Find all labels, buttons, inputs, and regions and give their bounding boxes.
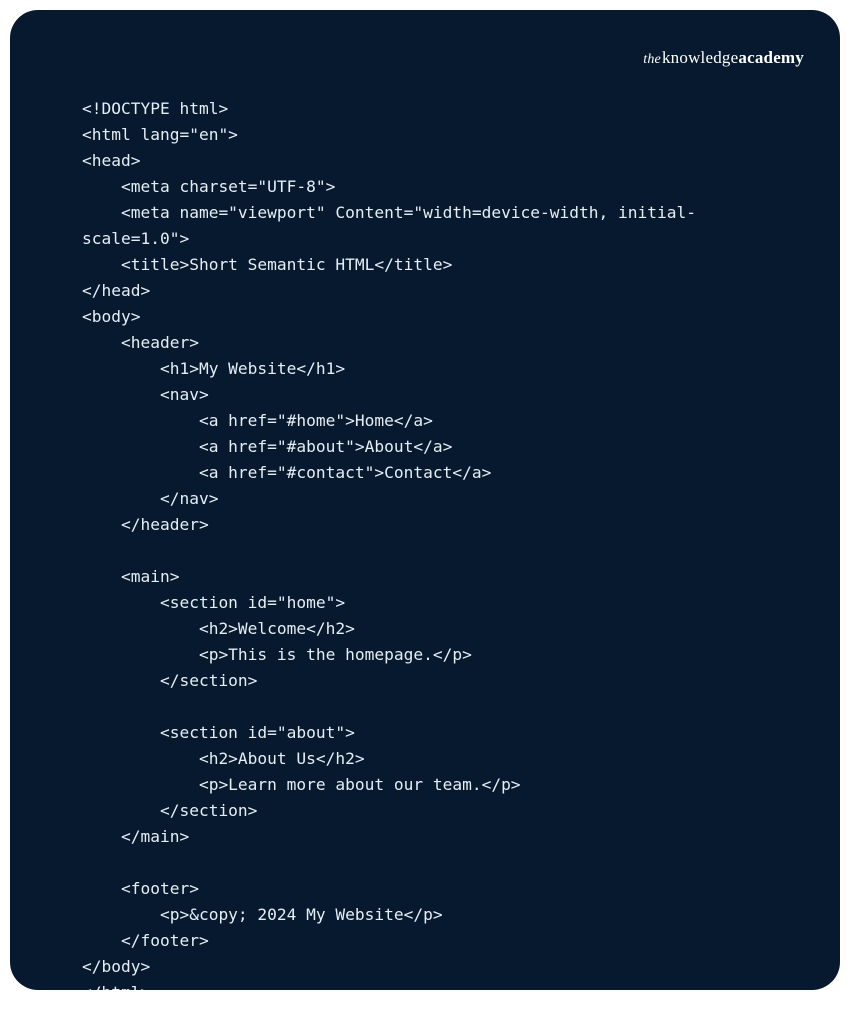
code-line: <a href="#contact">Contact</a> bbox=[82, 463, 491, 482]
code-line: </section> bbox=[82, 801, 257, 820]
code-line: </footer> bbox=[82, 931, 209, 950]
code-line: <html lang="en"> bbox=[82, 125, 238, 144]
code-line: <h2>About Us</h2> bbox=[82, 749, 365, 768]
brand-logo: theknowledgeacademy bbox=[643, 48, 804, 68]
code-line: <meta charset="UTF-8"> bbox=[82, 177, 335, 196]
code-block: <!DOCTYPE html> <html lang="en"> <head> … bbox=[82, 96, 800, 990]
code-line: <a href="#home">Home</a> bbox=[82, 411, 433, 430]
code-line: <nav> bbox=[82, 385, 209, 404]
code-line: </header> bbox=[82, 515, 209, 534]
brand-the: the bbox=[643, 52, 661, 67]
code-line: <h2>Welcome</h2> bbox=[82, 619, 355, 638]
code-line: <!DOCTYPE html> bbox=[82, 99, 228, 118]
code-line: </main> bbox=[82, 827, 189, 846]
code-line: <meta name="viewport" Content="width=dev… bbox=[82, 203, 696, 222]
code-line: <section id="about"> bbox=[82, 723, 355, 742]
code-line: <header> bbox=[82, 333, 199, 352]
code-line: <title>Short Semantic HTML</title> bbox=[82, 255, 452, 274]
brand-knowledge: knowledge bbox=[662, 48, 738, 67]
code-line: <section id="home"> bbox=[82, 593, 345, 612]
code-card: theknowledgeacademy <!DOCTYPE html> <htm… bbox=[10, 10, 840, 990]
code-line: <head> bbox=[82, 151, 140, 170]
code-line: <p>&copy; 2024 My Website</p> bbox=[82, 905, 443, 924]
code-line: <main> bbox=[82, 567, 179, 586]
code-line: </nav> bbox=[82, 489, 218, 508]
code-line: <a href="#about">About</a> bbox=[82, 437, 452, 456]
code-line: <h1>My Website</h1> bbox=[82, 359, 345, 378]
code-line: </html> bbox=[82, 983, 150, 990]
brand-academy: academy bbox=[738, 48, 804, 67]
code-line: </head> bbox=[82, 281, 150, 300]
code-line: <footer> bbox=[82, 879, 199, 898]
code-line: </section> bbox=[82, 671, 257, 690]
code-line: </body> bbox=[82, 957, 150, 976]
code-line: scale=1.0"> bbox=[82, 229, 189, 248]
code-line: <p>This is the homepage.</p> bbox=[82, 645, 472, 664]
code-line: <body> bbox=[82, 307, 140, 326]
code-line: <p>Learn more about our team.</p> bbox=[82, 775, 521, 794]
